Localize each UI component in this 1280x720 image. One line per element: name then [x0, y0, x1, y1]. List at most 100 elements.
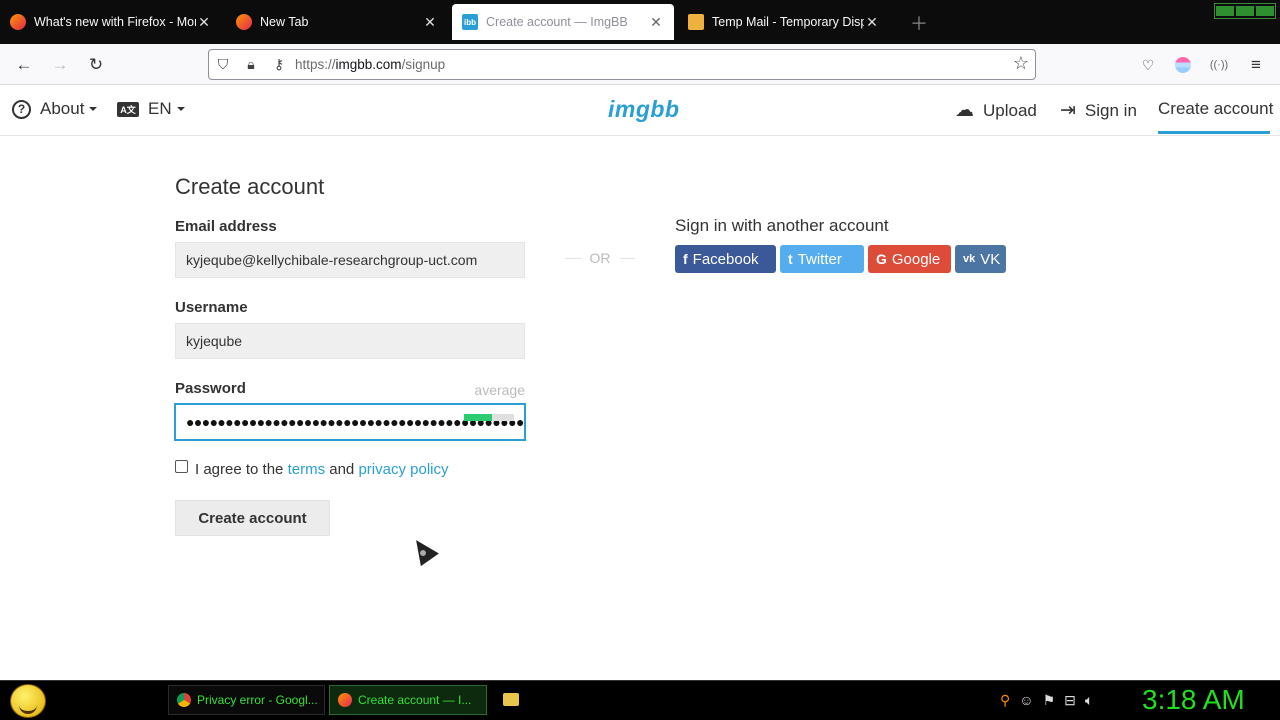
close-icon[interactable]: ✕ — [648, 14, 664, 31]
lock-icon[interactable]: 🔒︎ — [237, 56, 265, 73]
forward-arrow-icon[interactable]: → — [49, 54, 71, 76]
agree-prefix: I agree to the — [195, 461, 284, 478]
vk-label: VK — [980, 250, 1001, 268]
tab-title: What's new with Firefox - More — [34, 15, 196, 29]
url-text[interactable]: https://imgbb.com/signup — [295, 57, 445, 72]
taskbar-item-title: Create account — I... — [358, 693, 472, 707]
password-label: Password — [175, 380, 246, 397]
or-label: OR — [589, 250, 611, 266]
folder-icon[interactable] — [503, 693, 519, 706]
page-title: Create account — [175, 174, 325, 199]
close-icon[interactable]: ✕ — [864, 14, 880, 31]
extension-icon[interactable]: ((·)) — [1208, 54, 1230, 76]
upload-link[interactable]: ☁ Upload — [955, 99, 1037, 122]
taskbar-item-chrome[interactable]: Privacy error - Googl... — [168, 685, 325, 715]
reload-icon[interactable]: ↻ — [85, 54, 107, 76]
firefox-icon — [236, 14, 252, 30]
sign-in-label: Sign in — [1084, 100, 1137, 120]
or-separator: OR — [565, 250, 635, 266]
os-taskbar: Privacy error - Googl... Create account … — [0, 680, 1280, 720]
vk-icon: vk — [963, 253, 976, 265]
search-icon[interactable]: ⚲ — [1000, 692, 1010, 709]
caret-down-icon — [89, 107, 98, 111]
permissions-key-icon[interactable]: ⚷ — [265, 56, 293, 73]
twitter-button[interactable]: t Twitter — [780, 245, 864, 273]
email-label: Email address — [175, 218, 277, 235]
chrome-icon — [177, 693, 191, 707]
language-label: EN — [148, 99, 172, 118]
about-label: About — [40, 99, 85, 118]
firefox-icon — [338, 693, 352, 707]
language-icon: A文 — [117, 101, 139, 117]
firefox-icon — [10, 14, 26, 30]
cloud-upload-icon: ☁ — [955, 100, 974, 121]
agree-checkbox[interactable] — [175, 460, 188, 473]
username-value: kyjeqube — [186, 333, 243, 349]
sign-in-link[interactable]: ⇥ Sign in — [1060, 99, 1137, 122]
network-icon[interactable]: ⊟ — [1064, 692, 1076, 709]
tab-title: Create account — ImgBB — [486, 15, 628, 29]
password-field[interactable]: ●●●●●●●●●●●●●●●●●●●●●●●●●●●●●●●●●●●●●●●●… — [175, 404, 525, 440]
caret-down-icon — [176, 107, 185, 111]
username-field[interactable]: kyjeqube — [175, 323, 525, 359]
active-tab-underline — [1158, 131, 1270, 134]
email-value: kyjeqube@kellychibale-researchgroup-uct.… — [186, 252, 478, 268]
start-menu-smiley-icon[interactable] — [10, 684, 46, 718]
twitter-icon: t — [788, 251, 793, 267]
tab-create-account[interactable]: ibb Create account — ImgBB ✕ — [452, 4, 674, 40]
bookmark-star-icon[interactable]: ☆ — [1013, 53, 1029, 74]
username-label: Username — [175, 299, 248, 316]
site-header: ? About A文 EN imgbb ☁ Upload ⇥ Sign in C… — [0, 85, 1280, 136]
browser-navbar: ← → ↻ ⛉ 🔒︎ ⚷ https://imgbb.com/signup ☆ … — [0, 44, 1280, 85]
tab-whats-new[interactable]: What's new with Firefox - More ✕ — [0, 4, 222, 40]
password-strength-meter — [464, 414, 514, 421]
new-tab-button[interactable]: ＋ — [910, 10, 928, 36]
taskbar-item-title: Privacy error - Googl... — [197, 693, 318, 707]
email-field[interactable]: kyjeqube@kellychibale-researchgroup-uct.… — [175, 242, 525, 278]
tempmail-icon — [688, 14, 704, 30]
terms-link[interactable]: terms — [288, 461, 326, 478]
volume-icon[interactable]: 🔈︎ — [1085, 692, 1093, 709]
url-bar[interactable]: ⛉ 🔒︎ ⚷ https://imgbb.com/signup ☆ — [208, 49, 1036, 80]
create-account-button[interactable]: Create account — [175, 500, 330, 536]
help-circle-icon: ? — [12, 99, 31, 119]
facebook-icon: f — [683, 251, 688, 267]
google-label: Google — [891, 250, 941, 268]
password-strength-fill — [464, 414, 492, 421]
back-arrow-icon[interactable]: ← — [13, 54, 35, 76]
close-icon[interactable]: ✕ — [422, 14, 438, 31]
close-icon[interactable]: ✕ — [196, 14, 212, 31]
twitter-label: Twitter — [797, 250, 842, 268]
taskbar-item-firefox[interactable]: Create account — I... — [329, 685, 487, 715]
imgbb-icon: ibb — [462, 14, 478, 30]
language-menu[interactable]: A文 EN — [117, 99, 185, 119]
tab-title: Temp Mail - Temporary Dispos — [712, 15, 864, 29]
pocket-icon[interactable]: ♡ — [1137, 54, 1159, 76]
create-account-link[interactable]: Create account — [1158, 99, 1273, 119]
shield-icon[interactable]: ⛉ — [209, 56, 237, 73]
about-menu[interactable]: ? About — [12, 99, 98, 119]
hamburger-menu-icon[interactable]: ≡ — [1245, 54, 1267, 76]
smiley-tray-icon[interactable]: ☺ — [1019, 692, 1033, 709]
tab-title: New Tab — [260, 15, 309, 29]
facebook-button[interactable]: f Facebook — [675, 245, 776, 273]
tab-new-tab[interactable]: New Tab ✕ — [226, 4, 448, 40]
tab-temp-mail[interactable]: Temp Mail - Temporary Dispos ✕ — [678, 4, 890, 40]
create-account-label: Create account — [1158, 99, 1274, 118]
security-flag-icon[interactable]: ⚑ — [1043, 692, 1056, 709]
account-avatar-icon[interactable] — [1172, 54, 1194, 76]
privacy-policy-link[interactable]: privacy policy — [358, 461, 448, 478]
imgbb-logo[interactable]: imgbb — [608, 96, 680, 123]
facebook-label: Facebook — [692, 250, 759, 268]
system-tray: ⚲ ☺ ⚑ ⊟ 🔈︎ — [1000, 692, 1093, 709]
browser-tab-strip: What's new with Firefox - More ✕ New Tab… — [0, 0, 1280, 44]
google-button[interactable]: G Google — [868, 245, 951, 273]
social-title: Sign in with another account — [675, 216, 889, 235]
sign-in-icon: ⇥ — [1060, 100, 1076, 121]
cursor-busy-indicator — [420, 550, 426, 556]
upload-label: Upload — [983, 100, 1037, 120]
google-icon: G — [876, 251, 887, 267]
clock: 3:18 AM — [1142, 684, 1245, 715]
vk-button[interactable]: vk VK — [955, 245, 1006, 273]
window-controls[interactable] — [1214, 3, 1276, 19]
